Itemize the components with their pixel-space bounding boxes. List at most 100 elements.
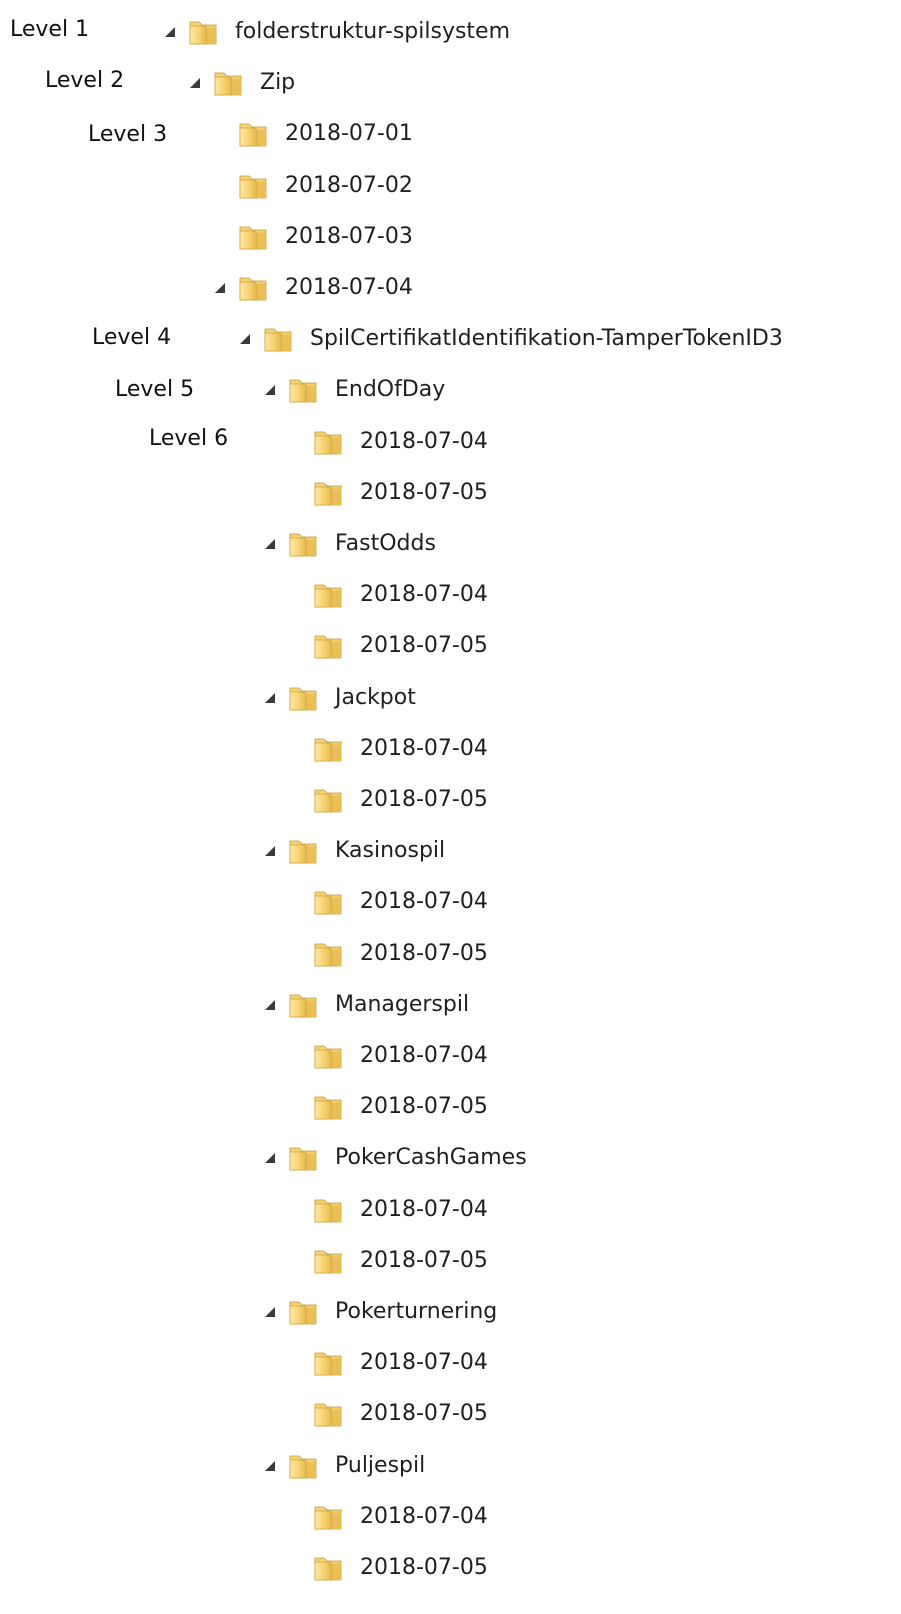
expand-collapse-icon[interactable] bbox=[260, 678, 282, 718]
tree-item-2018-07-04[interactable]: 2018-07-04 bbox=[285, 1497, 488, 1537]
folder-icon bbox=[313, 784, 345, 816]
expander-placeholder bbox=[285, 1087, 307, 1127]
tree-item-2018-07-03[interactable]: 2018-07-03 bbox=[210, 217, 413, 257]
folder-icon bbox=[313, 1245, 345, 1277]
folder-label: 2018-07-05 bbox=[360, 1555, 488, 1580]
expander-placeholder bbox=[285, 422, 307, 462]
folder-icon bbox=[238, 221, 270, 253]
tree-item-2018-07-01[interactable]: 2018-07-01 bbox=[210, 114, 413, 154]
folder-label: 2018-07-05 bbox=[360, 1401, 488, 1426]
tree-item-pokerturnering[interactable]: Pokerturnering bbox=[260, 1292, 497, 1332]
folder-icon bbox=[313, 1552, 345, 1584]
folder-label: Zip bbox=[260, 70, 296, 95]
tree-item-2018-07-05[interactable]: 2018-07-05 bbox=[285, 1548, 488, 1588]
tree-item-2018-07-05[interactable]: 2018-07-05 bbox=[285, 780, 488, 820]
folder-label: 2018-07-04 bbox=[360, 1504, 488, 1529]
folder-icon bbox=[263, 323, 295, 355]
folder-icon bbox=[288, 1142, 320, 1174]
expand-collapse-icon[interactable] bbox=[235, 319, 257, 359]
folder-label: 2018-07-04 bbox=[360, 1197, 488, 1222]
expander-placeholder bbox=[285, 575, 307, 615]
expander-placeholder bbox=[285, 1497, 307, 1537]
folder-icon bbox=[313, 477, 345, 509]
tree-item-2018-07-02[interactable]: 2018-07-02 bbox=[210, 166, 413, 206]
folder-icon bbox=[313, 1040, 345, 1072]
expand-collapse-icon[interactable] bbox=[260, 524, 282, 564]
expander-placeholder bbox=[285, 1036, 307, 1076]
folder-icon bbox=[288, 989, 320, 1021]
folder-icon bbox=[238, 118, 270, 150]
tree-item-2018-07-05[interactable]: 2018-07-05 bbox=[285, 473, 488, 513]
folder-icon bbox=[238, 170, 270, 202]
tree-item-fastodds[interactable]: FastOdds bbox=[260, 524, 436, 564]
expander-placeholder bbox=[285, 729, 307, 769]
tree-item-2018-07-04[interactable]: 2018-07-04 bbox=[285, 1190, 488, 1230]
tree-item-2018-07-05[interactable]: 2018-07-05 bbox=[285, 1087, 488, 1127]
tree-item-2018-07-04[interactable]: 2018-07-04 bbox=[285, 1036, 488, 1076]
folder-icon bbox=[313, 886, 345, 918]
folder-icon bbox=[188, 16, 220, 48]
folder-icon bbox=[288, 682, 320, 714]
expander-placeholder bbox=[285, 473, 307, 513]
expand-collapse-icon[interactable] bbox=[260, 370, 282, 410]
tree-item-2018-07-05[interactable]: 2018-07-05 bbox=[285, 626, 488, 666]
expand-collapse-icon[interactable] bbox=[260, 1292, 282, 1332]
tree-item-2018-07-04[interactable]: 2018-07-04 bbox=[285, 729, 488, 769]
folder-label: 2018-07-05 bbox=[360, 1248, 488, 1273]
tree-item-spilcertifikatidentifikation-tampertokenid3[interactable]: SpilCertifikatIdentifikation-TamperToken… bbox=[235, 319, 783, 359]
folder-label: folderstruktur-spilsystem bbox=[235, 19, 511, 44]
folder-icon bbox=[313, 938, 345, 970]
tree-item-2018-07-04[interactable]: 2018-07-04 bbox=[285, 882, 488, 922]
folder-label: 2018-07-04 bbox=[360, 736, 488, 761]
folder-label: 2018-07-03 bbox=[285, 224, 413, 249]
folder-label: 2018-07-02 bbox=[285, 173, 413, 198]
expand-collapse-icon[interactable] bbox=[260, 1138, 282, 1178]
tree-item-pokercashgames[interactable]: PokerCashGames bbox=[260, 1138, 527, 1178]
tree-item-2018-07-05[interactable]: 2018-07-05 bbox=[285, 934, 488, 974]
folder-label: 2018-07-04 bbox=[360, 582, 488, 607]
folder-icon bbox=[288, 374, 320, 406]
tree-item-jackpot[interactable]: Jackpot bbox=[260, 678, 416, 718]
tree-item-2018-07-04[interactable]: 2018-07-04 bbox=[285, 575, 488, 615]
folder-icon bbox=[313, 579, 345, 611]
folder-icon bbox=[313, 733, 345, 765]
expand-collapse-icon[interactable] bbox=[160, 12, 182, 52]
expander-placeholder bbox=[285, 934, 307, 974]
folder-label: SpilCertifikatIdentifikation-TamperToken… bbox=[310, 326, 783, 351]
folder-label: EndOfDay bbox=[335, 377, 446, 402]
tree-item-2018-07-04[interactable]: 2018-07-04 bbox=[285, 1343, 488, 1383]
tree-item-managerspil[interactable]: Managerspil bbox=[260, 985, 469, 1025]
tree-item-puljespil[interactable]: Puljespil bbox=[260, 1446, 425, 1486]
expand-collapse-icon[interactable] bbox=[260, 985, 282, 1025]
tree-item-endofday[interactable]: EndOfDay bbox=[260, 370, 445, 410]
folder-label: 2018-07-04 bbox=[360, 889, 488, 914]
folder-label: 2018-07-01 bbox=[285, 121, 413, 146]
tree-item-folderstruktur-spilsystem[interactable]: folderstruktur-spilsystem bbox=[160, 12, 510, 52]
folder-label: PokerCashGames bbox=[335, 1145, 527, 1170]
expander-placeholder bbox=[210, 114, 232, 154]
folder-label: 2018-07-05 bbox=[360, 787, 488, 812]
folder-icon bbox=[313, 1501, 345, 1533]
expand-collapse-icon[interactable] bbox=[185, 63, 207, 103]
folder-tree: folderstruktur-spilsystem Zip 2018-07-01 20… bbox=[0, 0, 901, 1614]
expander-placeholder bbox=[285, 882, 307, 922]
folder-label: Kasinospil bbox=[335, 838, 446, 863]
expand-collapse-icon[interactable] bbox=[210, 268, 232, 308]
folder-icon bbox=[213, 67, 245, 99]
expander-placeholder bbox=[285, 1190, 307, 1230]
expander-placeholder bbox=[285, 1343, 307, 1383]
folder-label: 2018-07-04 bbox=[360, 1350, 488, 1375]
folder-icon bbox=[288, 835, 320, 867]
expand-collapse-icon[interactable] bbox=[260, 1446, 282, 1486]
expand-collapse-icon[interactable] bbox=[260, 831, 282, 871]
tree-item-2018-07-04[interactable]: 2018-07-04 bbox=[285, 422, 488, 462]
folder-label: 2018-07-05 bbox=[360, 633, 488, 658]
folder-label: 2018-07-05 bbox=[360, 480, 488, 505]
tree-item-2018-07-05[interactable]: 2018-07-05 bbox=[285, 1241, 488, 1281]
tree-item-kasinospil[interactable]: Kasinospil bbox=[260, 831, 445, 871]
tree-item-2018-07-05[interactable]: 2018-07-05 bbox=[285, 1394, 488, 1434]
folder-icon bbox=[313, 426, 345, 458]
tree-item-2018-07-04[interactable]: 2018-07-04 bbox=[210, 268, 413, 308]
expander-placeholder bbox=[285, 626, 307, 666]
tree-item-zip[interactable]: Zip bbox=[185, 63, 295, 103]
